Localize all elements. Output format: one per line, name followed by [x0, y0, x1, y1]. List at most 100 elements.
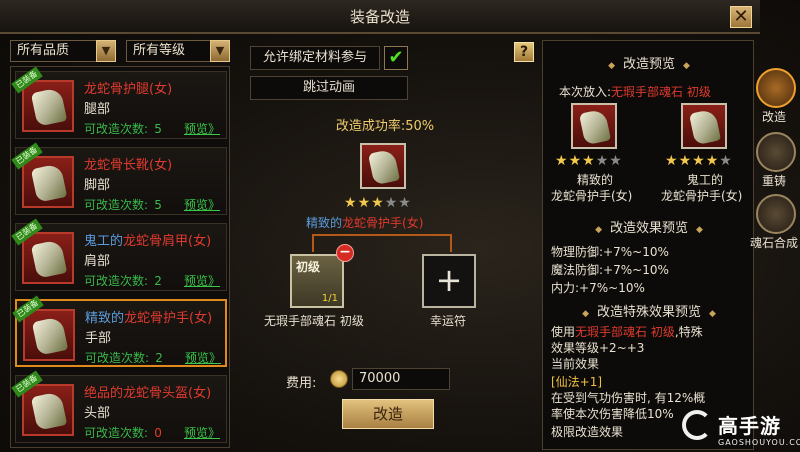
preview-panel: ◆ 改造预览 ◆ 本次放入:无瑕手部魂石 初级 ★★★★★ ★★★★★ 精致的 龙蛇…	[542, 40, 754, 450]
tab-recast-label: 重铸	[762, 174, 787, 188]
tab-soulstone-synthesis[interactable]	[756, 194, 796, 234]
item-slot: 腿部	[84, 102, 111, 117]
special-effect-line: 使用无瑕手部魂石 初级,特殊	[551, 325, 703, 339]
before-item-prefix: 精致的	[577, 173, 614, 187]
modify-count: 可改造次数: 2	[85, 351, 163, 365]
item-name: 龙蛇骨长靴(女)	[84, 158, 173, 173]
star-icon: ★	[705, 153, 720, 169]
star-icon: ★	[371, 195, 385, 211]
gauntlet-icon	[688, 108, 722, 146]
watermark-subtext: GAOSHOUYOU.COM	[718, 438, 800, 447]
watermark: 高手游 GAOSHOUYOU.COM	[682, 408, 800, 452]
current-effect-label: 当前效果	[551, 357, 600, 371]
remove-stone-button[interactable]: −	[336, 244, 354, 262]
star-icon: ★	[609, 153, 623, 169]
after-item-slot	[681, 103, 727, 149]
limit-effect-label: 极限改造效果	[551, 425, 624, 439]
modify-count: 可改造次数: 2	[84, 274, 162, 288]
equipment-item[interactable]: 已装备 龙蛇骨长靴(女) 脚部 可改造次数: 5 预览》	[11, 142, 227, 215]
shoulder-armor-icon	[22, 232, 74, 284]
effect-heading: ◆ 改造效果预览 ◆	[595, 221, 703, 236]
skip-animation-toggle[interactable]: 跳过动画	[250, 76, 408, 100]
after-item-prefix: 鬼工的	[687, 173, 724, 187]
modify-button[interactable]: 改造	[342, 399, 434, 429]
equipment-item[interactable]: 已装备 绝品的龙蛇骨头盔(女) 头部 可改造次数: 0 预览》	[11, 370, 227, 443]
modify-count: 可改造次数: 5	[84, 122, 162, 136]
preview-link[interactable]: 预览》	[184, 272, 220, 289]
cost-label: 费用:	[286, 376, 317, 391]
connector-line	[312, 234, 452, 252]
equipment-item[interactable]: 已装备 鬼工的龙蛇骨肩甲(女) 肩部 可改造次数: 2 预览》	[11, 218, 227, 291]
skill-description: 率使本次伤害降低10%	[551, 407, 674, 421]
placed-item-line: 本次放入:无瑕手部魂石 初级	[559, 85, 711, 99]
equipment-item[interactable]: 已装备 龙蛇骨护腿(女) 腿部 可改造次数: 5 预览》	[11, 66, 227, 139]
gauntlet-icon	[578, 108, 612, 146]
star-icon: ★	[678, 153, 693, 169]
modify-count: 可改造次数: 5	[84, 198, 162, 212]
boots-icon	[22, 156, 74, 208]
item-name: 精致的龙蛇骨护手(女)	[85, 311, 213, 326]
item-name: 龙蛇骨护腿(女)	[84, 82, 173, 97]
close-button[interactable]: ✕	[730, 6, 752, 28]
equipment-modify-window: 装备改造 ✕ 所有品质 ▼ 所有等级 ▼ 已装备 龙蛇骨护腿(女) 腿部 可改造…	[0, 0, 800, 452]
coin-icon	[330, 370, 348, 388]
star-icon: ★	[582, 153, 596, 169]
star-icon: ★	[595, 153, 610, 169]
stone-caption: 无瑕手部魂石 初级	[264, 314, 364, 328]
tab-modify-label: 改造	[762, 110, 787, 124]
quality-filter-label: 所有品质	[17, 43, 70, 58]
helmet-icon	[22, 384, 74, 436]
star-icon: ★	[384, 195, 399, 211]
special-effect-heading: ◆ 改造特殊效果预览 ◆	[582, 305, 716, 320]
chevron-down-icon[interactable]: ▼	[96, 40, 116, 62]
effect-line: 魔法防御:+7%~10%	[551, 263, 669, 277]
item-name: 绝品的龙蛇骨头盔(女)	[84, 386, 212, 401]
star-icon: ★	[555, 153, 569, 169]
skill-name: [仙法+1]	[551, 375, 603, 389]
tab-modify[interactable]	[756, 68, 796, 108]
target-equipment-slot[interactable]	[360, 143, 406, 189]
tab-soulstone-synthesis-label: 魂石合成	[750, 236, 799, 250]
allow-bound-materials-label: 允许绑定材料参与	[250, 46, 380, 70]
equipment-list[interactable]: 已装备 龙蛇骨护腿(女) 腿部 可改造次数: 5 预览》 已装备 龙蛇骨长靴(女)…	[10, 66, 230, 448]
preview-link[interactable]: 预览》	[184, 424, 220, 441]
star-icon: ★	[357, 195, 372, 211]
preview-link[interactable]: 预览》	[184, 120, 220, 137]
gauntlet-icon	[367, 148, 401, 186]
modify-count: 可改造次数: 0	[84, 426, 162, 440]
allow-bound-checkbox[interactable]: ✔	[384, 46, 408, 70]
special-effect-line: 效果等级+2~+3	[551, 341, 645, 355]
preview-link[interactable]: 预览》	[185, 349, 221, 366]
gauntlet-icon	[23, 309, 75, 361]
tab-recast[interactable]	[756, 132, 796, 172]
lucky-charm-slot[interactable]: +	[422, 254, 476, 308]
target-star-rating: ★★★★★	[344, 195, 412, 211]
before-item-name: 龙蛇骨护手(女)	[551, 189, 633, 203]
star-icon: ★	[344, 195, 358, 211]
quality-filter-dropdown[interactable]: 所有品质 ▼	[10, 40, 116, 62]
watermark-text: 高手游	[718, 414, 781, 438]
preview-heading: ◆ 改造预览 ◆	[608, 57, 690, 72]
level-filter-dropdown[interactable]: 所有等级 ▼	[126, 40, 230, 62]
before-item-slot	[571, 103, 617, 149]
help-icon[interactable]: ?	[514, 42, 534, 62]
success-rate: 改造成功率:50%	[335, 119, 435, 134]
effect-line: 内力:+7%~10%	[551, 281, 645, 295]
after-star-rating: ★★★★★	[665, 153, 733, 169]
stone-level: 初级	[296, 260, 321, 274]
leg-armor-icon	[22, 80, 74, 132]
item-name: 鬼工的龙蛇骨肩甲(女)	[84, 234, 212, 249]
item-slot: 肩部	[84, 254, 111, 269]
preview-link[interactable]: 预览》	[184, 196, 220, 213]
star-icon: ★	[719, 153, 733, 169]
watermark-logo-icon	[682, 410, 712, 440]
equipment-item-selected[interactable]: 已装备 精致的龙蛇骨护手(女) 手部 可改造次数: 2 预览》	[12, 295, 227, 367]
window-title: 装备改造	[349, 8, 410, 26]
item-slot: 头部	[84, 406, 111, 421]
level-filter-label: 所有等级	[133, 43, 186, 58]
after-item-name: 龙蛇骨护手(女)	[661, 189, 743, 203]
chevron-down-icon[interactable]: ▼	[210, 40, 230, 62]
soul-stone-slot[interactable]: 初级 1/1	[290, 254, 344, 308]
cost-value: 70000	[352, 368, 450, 390]
star-icon: ★	[692, 153, 706, 169]
